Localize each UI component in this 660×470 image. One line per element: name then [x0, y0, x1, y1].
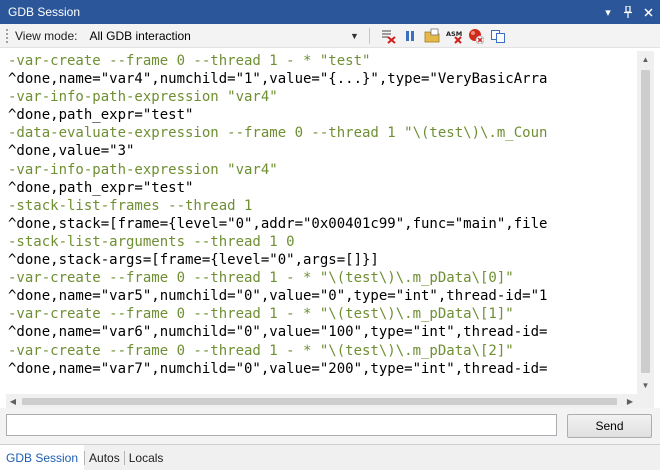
scroll-up-arrow-icon[interactable]: ▲: [637, 51, 654, 68]
toolbar: View mode: All GDB interaction ▼ ASM: [0, 24, 660, 48]
chevron-down-icon[interactable]: ▼: [347, 31, 361, 41]
stop-record-icon[interactable]: [468, 28, 485, 44]
open-folder-icon[interactable]: [424, 28, 440, 44]
console-command-line: -stack-list-frames --thread 1: [8, 197, 253, 214]
console-response-line: ^done,name="var4",numchild="1",value="{.…: [8, 71, 548, 88]
close-icon[interactable]: [640, 4, 656, 20]
scroll-left-arrow-icon[interactable]: ◀: [6, 394, 20, 408]
clear-icon[interactable]: [380, 28, 397, 44]
console-response-line: ^done,name="var5",numchild="0",value="0"…: [8, 288, 548, 305]
console-response-line: ^done,value="3": [8, 143, 135, 160]
copy-icon[interactable]: [490, 28, 506, 44]
console-response-line: ^done,stack-args=[frame={level="0",args=…: [8, 252, 379, 269]
view-mode-value: All GDB interaction: [89, 28, 191, 43]
tab-locals[interactable]: Locals: [125, 445, 168, 470]
console-command-line: -var-create --frame 0 --thread 1 - * "\(…: [8, 270, 514, 287]
console-response-line: ^done,path_expr="test": [8, 107, 194, 124]
send-button[interactable]: Send: [567, 414, 652, 438]
window-title-bar: GDB Session ▾: [0, 0, 660, 24]
vertical-scroll-thumb[interactable]: [641, 70, 650, 373]
disassembly-icon[interactable]: ASM: [446, 28, 463, 44]
console-response-line: ^done,name="var6",numchild="0",value="10…: [8, 324, 548, 341]
console-command-line: -stack-list-arguments --thread 1 0: [8, 233, 295, 250]
gdb-command-input[interactable]: [6, 414, 557, 436]
scrollbar-corner: [637, 394, 654, 408]
console-command-line: -var-create --frame 0 --thread 1 - * "\(…: [8, 306, 514, 323]
gdb-console-output[interactable]: -var-create --frame 0 --thread 1 - * "te…: [6, 51, 634, 394]
tab-gdb-session[interactable]: GDB Session: [0, 445, 85, 470]
console-response-line: ^done,stack=[frame={level="0",addr="0x00…: [8, 215, 548, 232]
toolbar-grip[interactable]: [5, 27, 9, 44]
console-command-line: -var-info-path-expression "var4": [8, 161, 278, 178]
view-mode-select[interactable]: All GDB interaction ▼: [85, 27, 361, 45]
pause-icon[interactable]: [402, 28, 418, 44]
console-response-line: ^done,path_expr="test": [8, 179, 194, 196]
console-command-line: -var-create --frame 0 --thread 1 - * "te…: [8, 53, 371, 69]
console-command-line: -var-create --frame 0 --thread 1 - * "\(…: [8, 342, 514, 359]
console-command-line: -data-evaluate-expression --frame 0 --th…: [8, 125, 548, 142]
view-mode-label: View mode:: [15, 28, 78, 43]
scroll-down-arrow-icon[interactable]: ▼: [637, 377, 654, 394]
console-response-line: ^done,name="var7",numchild="0",value="20…: [8, 360, 548, 377]
toolbar-separator: [369, 27, 371, 44]
window-position-dropdown-icon[interactable]: ▾: [600, 4, 616, 20]
console-command-line: -var-info-path-expression "var4": [8, 89, 278, 106]
bottom-tab-strip: GDB Session Autos Locals: [0, 444, 660, 470]
vertical-scrollbar[interactable]: ▲ ▼: [637, 51, 654, 394]
horizontal-scroll-thumb[interactable]: [22, 398, 617, 405]
scroll-right-arrow-icon[interactable]: ▶: [623, 394, 637, 408]
svg-text:ASM: ASM: [446, 30, 462, 38]
command-input-row: Send: [0, 408, 660, 444]
pin-icon[interactable]: [620, 4, 636, 20]
window-title: GDB Session: [8, 5, 81, 19]
tab-autos[interactable]: Autos: [85, 445, 124, 470]
horizontal-scrollbar[interactable]: ◀ ▶: [6, 394, 637, 408]
